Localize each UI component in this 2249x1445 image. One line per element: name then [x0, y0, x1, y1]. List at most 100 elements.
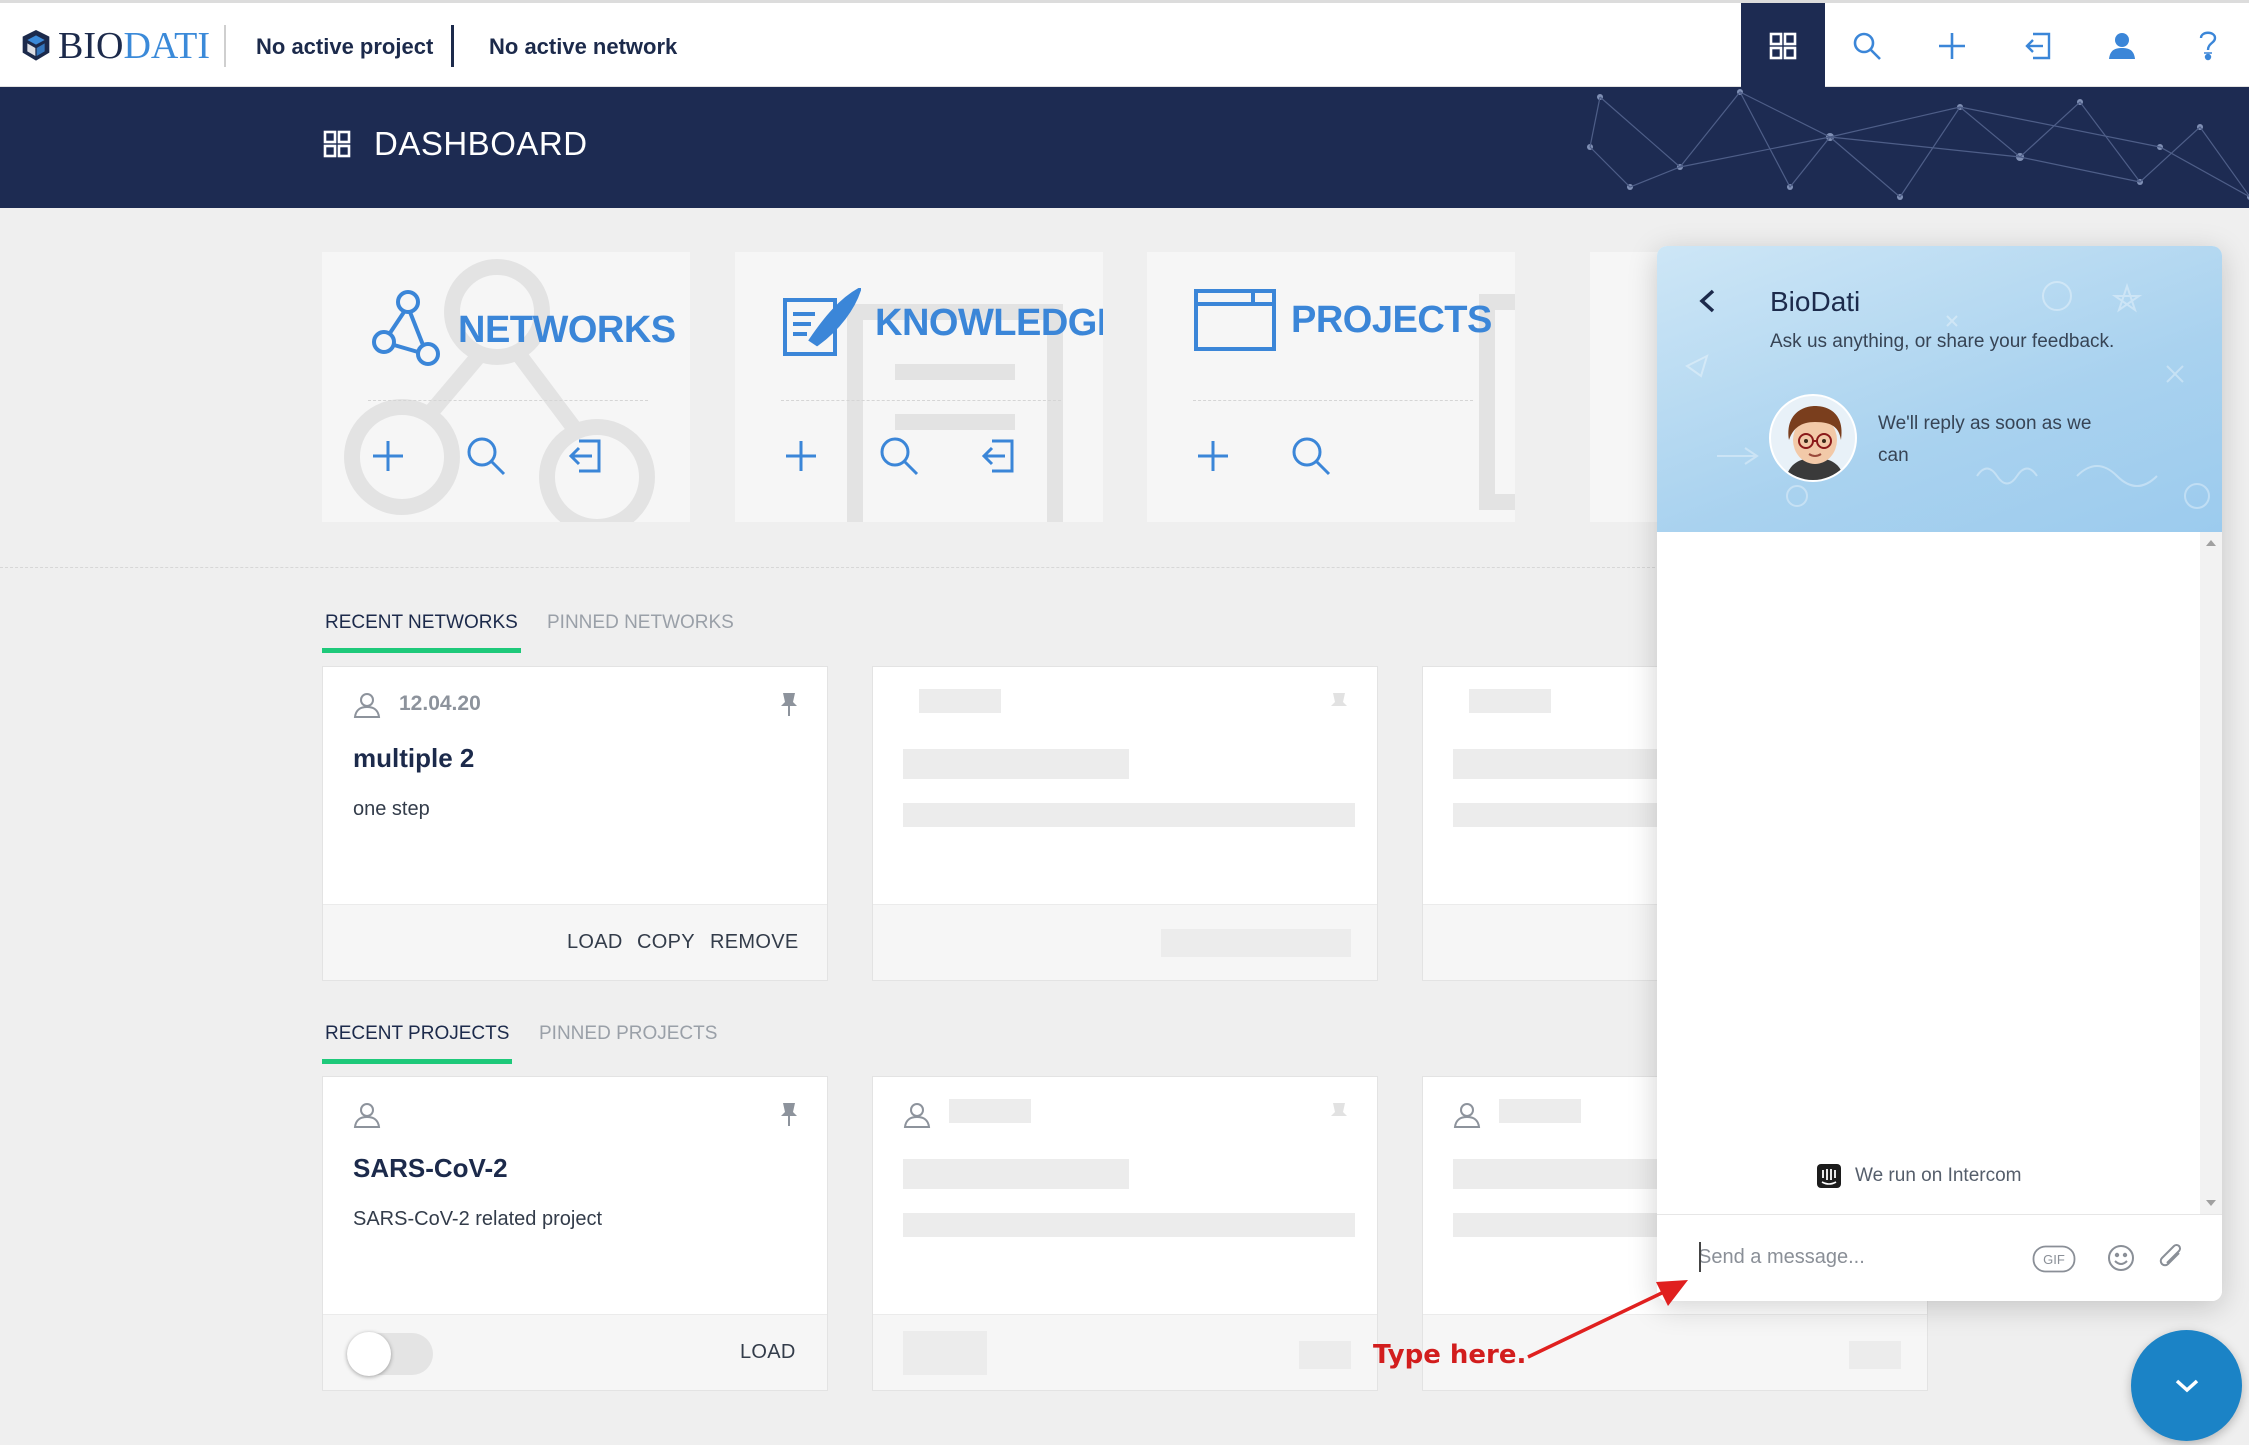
back-arrow-icon[interactable]: [1693, 286, 1723, 316]
network-description: one step: [353, 798, 430, 820]
chat-scrollbar[interactable]: [2200, 532, 2222, 1214]
chevron-down-icon: [2175, 1379, 2198, 1392]
dashboard-button[interactable]: [1741, 3, 1825, 89]
import-network-button[interactable]: [562, 434, 606, 478]
pin-icon: [1331, 1103, 1347, 1116]
divider: [1193, 400, 1473, 401]
gif-label: GIF: [2043, 1252, 2065, 1267]
scroll-down-icon[interactable]: [2200, 1192, 2222, 1212]
plus-icon: [373, 441, 403, 471]
add-button[interactable]: [1910, 3, 1994, 89]
remove-network-button[interactable]: REMOVE: [710, 931, 798, 954]
load-project-button[interactable]: LOAD: [740, 1341, 796, 1364]
skeleton-line: [1161, 929, 1351, 957]
network-card-placeholder: [872, 666, 1378, 981]
pin-icon[interactable]: [779, 1101, 799, 1127]
user-outline-icon: [353, 693, 381, 718]
help-button[interactable]: [2166, 3, 2249, 89]
intercom-credit-text: We run on Intercom: [1855, 1165, 2022, 1186]
chat-header: BioDati Ask us anything, or share your f…: [1657, 246, 2222, 532]
pin-icon[interactable]: [779, 691, 799, 717]
new-project-button[interactable]: [1191, 434, 1235, 478]
biodati-logo-icon: [22, 30, 50, 61]
network-card[interactable]: 12.04.20 multiple 2 one step LOAD COPY R…: [322, 666, 828, 981]
card-footer: [873, 1314, 1377, 1390]
attachment-icon[interactable]: [2157, 1243, 2187, 1273]
plus-icon: [1198, 441, 1228, 471]
top-bar: BIODATI No active project No active netw…: [0, 0, 2249, 89]
skeleton-line: [1453, 749, 1679, 779]
networks-card: NETWORKS: [322, 252, 690, 522]
import-knowledge-button[interactable]: [975, 434, 1019, 478]
search-knowledge-button[interactable]: [877, 434, 921, 478]
dashboard-icon: [323, 130, 351, 158]
divider: [451, 25, 454, 67]
active-project-label[interactable]: No active project: [256, 34, 433, 60]
copy-network-button[interactable]: COPY: [637, 931, 695, 954]
gif-button[interactable]: GIF: [2032, 1245, 2076, 1273]
help-icon: [2199, 31, 2217, 61]
dashboard-icon: [1769, 32, 1797, 60]
project-card[interactable]: SARS-CoV-2 SARS-CoV-2 related project LO…: [322, 1076, 828, 1391]
import-icon: [568, 439, 601, 473]
skeleton-line: [919, 689, 1001, 713]
search-button[interactable]: [1825, 3, 1909, 89]
tab-pinned-networks[interactable]: PINNED NETWORKS: [547, 612, 734, 648]
search-icon: [1853, 32, 1881, 60]
import-button[interactable]: [1995, 3, 2079, 89]
card-footer: [873, 904, 1377, 980]
import-icon: [2025, 32, 2051, 60]
knowledge-icon: [783, 288, 861, 356]
chat-subtitle: Ask us anything, or share your feedback.: [1770, 331, 2115, 352]
skeleton-line: [1849, 1341, 1901, 1369]
user-button[interactable]: [2080, 3, 2164, 89]
pin-icon: [1331, 693, 1347, 706]
new-network-button[interactable]: [366, 434, 410, 478]
reply-time-note: We'll reply as soon as we can: [1878, 413, 2092, 466]
text-caret: [1699, 1242, 1701, 1272]
emoji-icon[interactable]: [2106, 1243, 2136, 1273]
tab-pinned-projects[interactable]: PINNED PROJECTS: [539, 1023, 717, 1059]
skeleton-line: [1453, 1159, 1679, 1189]
project-card-placeholder: [872, 1076, 1378, 1391]
chat-collapse-button[interactable]: [2131, 1330, 2242, 1441]
tab-recent-networks[interactable]: RECENT NETWORKS: [322, 612, 521, 653]
networks-actions: [366, 434, 606, 478]
network-pattern-decoration: [1587, 89, 2249, 200]
project-title: SARS-CoV-2: [353, 1153, 508, 1183]
load-network-button[interactable]: LOAD: [567, 931, 623, 954]
divider: [224, 25, 226, 67]
skeleton-line: [903, 1213, 1355, 1237]
knowledge-card: KNOWLEDGE: [735, 252, 1103, 522]
new-knowledge-button[interactable]: [779, 434, 823, 478]
annotation-text: Type here.: [1373, 1340, 1527, 1370]
biodati-logo[interactable]: BIODATI: [20, 17, 210, 75]
divider: [781, 400, 1061, 401]
search-icon: [467, 437, 506, 476]
logo-wordmark: BIODATI: [58, 24, 210, 68]
project-toggle[interactable]: [347, 1332, 433, 1376]
skeleton-line: [903, 1331, 987, 1375]
knowledge-title[interactable]: KNOWLEDGE: [781, 288, 1103, 358]
section-divider: [0, 567, 1660, 568]
skeleton-line: [949, 1099, 1031, 1123]
message-input[interactable]: [1698, 1237, 2018, 1277]
chat-widget: BioDati Ask us anything, or share your f…: [1657, 246, 2222, 1301]
project-card-footer: LOAD: [323, 1314, 827, 1390]
knowledge-title-text: KNOWLEDGE: [875, 301, 1103, 344]
tab-recent-projects[interactable]: RECENT PROJECTS: [322, 1023, 513, 1064]
network-title: multiple 2: [353, 743, 475, 773]
dashboard-header: DASHBOARD: [0, 87, 2249, 208]
search-networks-button[interactable]: [464, 434, 508, 478]
divider: [368, 400, 648, 401]
projects-title[interactable]: PROJECTS: [1193, 288, 1492, 352]
active-network-label[interactable]: No active network: [489, 34, 677, 60]
user-icon: [2109, 33, 2135, 59]
skeleton-line: [903, 803, 1355, 827]
scroll-up-icon[interactable]: [2200, 534, 2222, 554]
intercom-credit[interactable]: We run on Intercom: [1817, 1164, 2022, 1188]
doodle-background: [1685, 281, 2210, 509]
network-card-footer: LOAD COPY REMOVE: [323, 904, 827, 980]
search-projects-button[interactable]: [1289, 434, 1333, 478]
networks-title[interactable]: NETWORKS: [368, 288, 676, 372]
